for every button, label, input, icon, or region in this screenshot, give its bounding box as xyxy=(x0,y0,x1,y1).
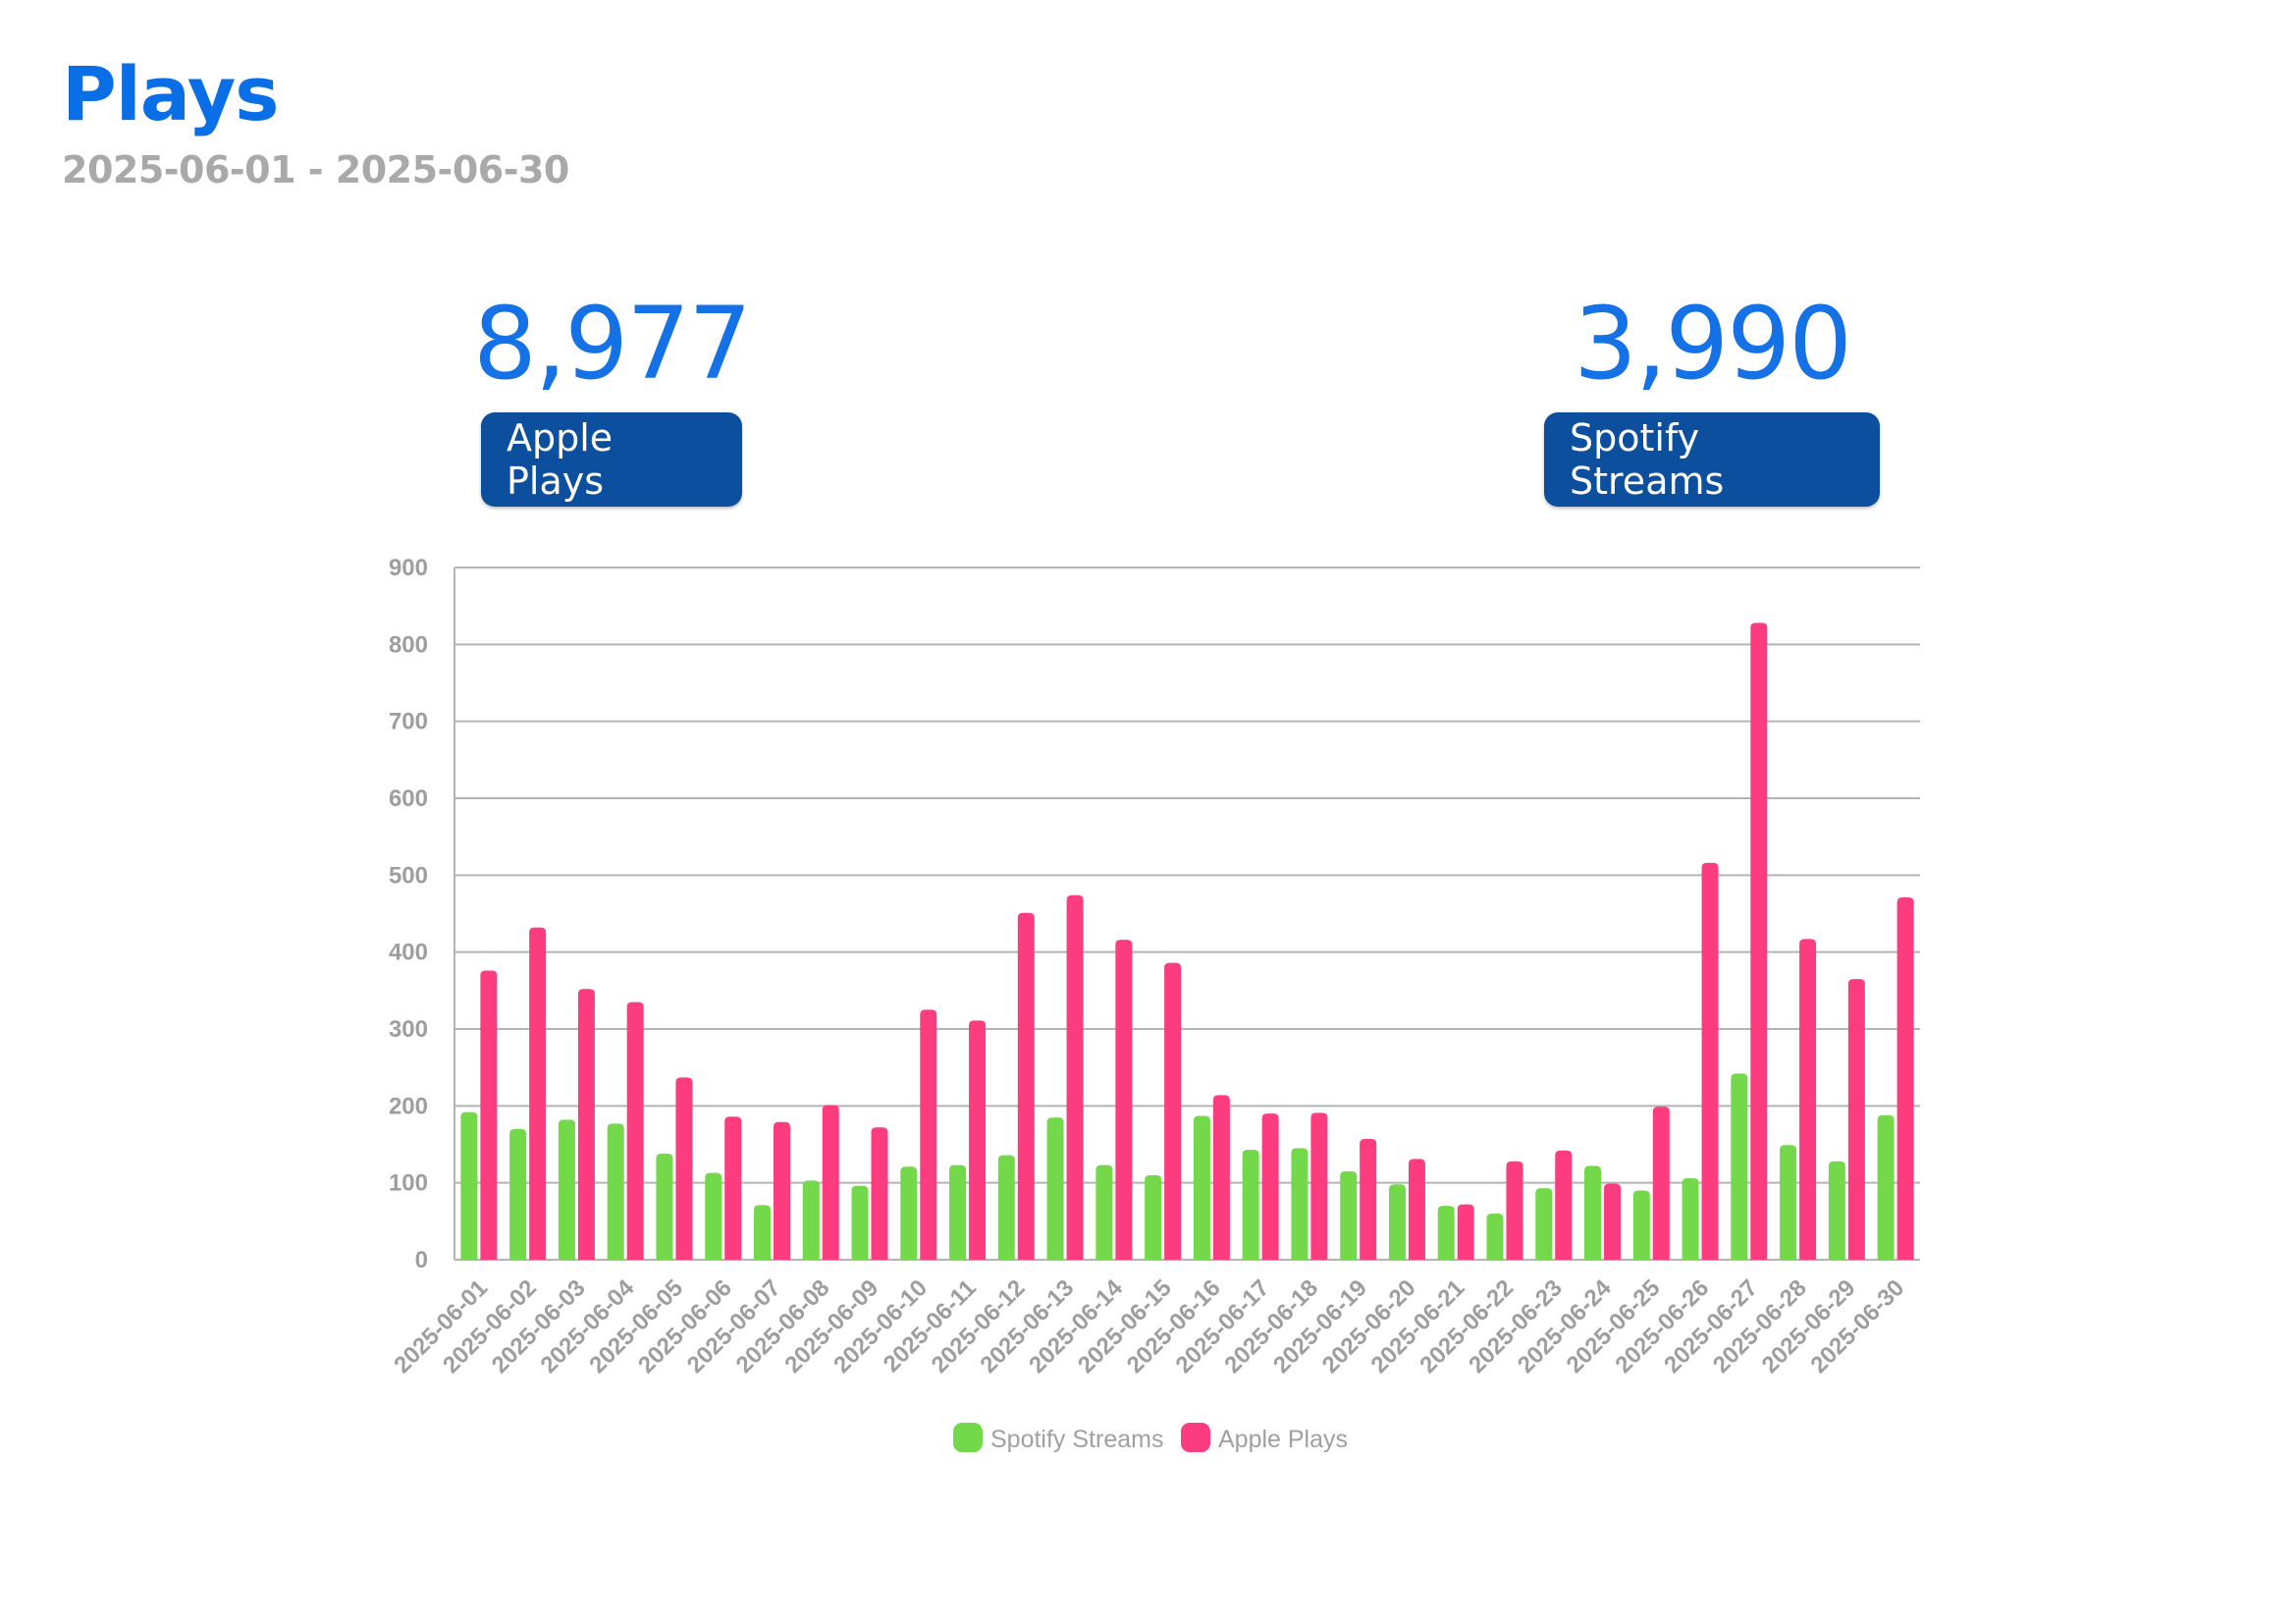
spotify-bar-2025-06-09 xyxy=(851,1185,869,1260)
apple-bar-2025-06-09 xyxy=(871,1127,888,1260)
spotify-bar-2025-06-02 xyxy=(509,1128,527,1260)
apple-bar-2025-06-23 xyxy=(1555,1150,1573,1260)
apple-bar-2025-06-27 xyxy=(1750,623,1768,1260)
apple-bar-2025-06-11 xyxy=(969,1020,987,1260)
apple-bar-2025-06-30 xyxy=(1896,897,1914,1260)
spotify-bar-2025-06-26 xyxy=(1682,1177,1699,1260)
apple-bar-2025-06-18 xyxy=(1310,1112,1328,1260)
spotify-bar-2025-06-20 xyxy=(1388,1184,1406,1260)
spotify-bar-2025-06-04 xyxy=(607,1123,624,1260)
spotify-bar-2025-06-30 xyxy=(1877,1114,1895,1260)
apple-bar-2025-06-25 xyxy=(1652,1107,1670,1260)
apple-bar-2025-06-10 xyxy=(920,1009,937,1260)
y-tick-label: 0 xyxy=(415,1247,428,1273)
spotify-bar-2025-06-21 xyxy=(1437,1206,1455,1260)
spotify-bar-2025-06-28 xyxy=(1780,1145,1797,1260)
apple-bar-2025-06-28 xyxy=(1799,939,1817,1260)
spotify-bar-2025-06-23 xyxy=(1535,1188,1553,1260)
y-tick-label: 100 xyxy=(389,1170,428,1197)
y-tick-label: 300 xyxy=(389,1016,428,1043)
apple-bar-2025-06-04 xyxy=(626,1001,644,1260)
apple-bar-2025-06-24 xyxy=(1604,1183,1622,1260)
apple-bar-2025-06-13 xyxy=(1066,894,1084,1260)
legend-swatch-spotify xyxy=(953,1423,983,1452)
spotify-bar-2025-06-11 xyxy=(949,1164,967,1260)
y-tick-label: 700 xyxy=(389,709,428,735)
spotify-bar-2025-06-13 xyxy=(1046,1117,1064,1260)
plays-bar-chart: 01002003004005006007008009002025-06-0120… xyxy=(389,555,1920,1453)
spotify-bar-2025-06-27 xyxy=(1731,1073,1748,1260)
y-tick-label: 200 xyxy=(389,1093,428,1119)
apple-bar-2025-06-01 xyxy=(480,970,498,1260)
spotify-bar-2025-06-08 xyxy=(802,1180,820,1260)
spotify-bar-2025-06-07 xyxy=(753,1205,771,1260)
apple-bar-2025-06-22 xyxy=(1506,1161,1523,1260)
spotify-bar-2025-06-25 xyxy=(1632,1190,1650,1260)
spotify-bar-2025-06-19 xyxy=(1340,1170,1358,1260)
spotify-bar-2025-06-18 xyxy=(1291,1148,1308,1260)
apple-bar-2025-06-26 xyxy=(1701,862,1719,1260)
apple-bar-2025-06-08 xyxy=(822,1105,839,1260)
spotify-bar-2025-06-22 xyxy=(1486,1214,1504,1260)
apple-bar-2025-06-15 xyxy=(1164,962,1182,1260)
spotify-bar-2025-06-14 xyxy=(1095,1164,1113,1260)
spotify-bar-2025-06-10 xyxy=(900,1166,918,1260)
y-tick-label: 800 xyxy=(389,631,428,658)
spotify-bar-2025-06-15 xyxy=(1145,1174,1162,1260)
apple-bar-2025-06-03 xyxy=(577,989,595,1260)
spotify-bar-2025-06-29 xyxy=(1828,1161,1845,1260)
legend-label-spotify: Spotify Streams xyxy=(990,1426,1163,1453)
apple-bar-2025-06-17 xyxy=(1261,1113,1279,1260)
apple-bar-2025-06-06 xyxy=(724,1116,742,1260)
y-tick-label: 500 xyxy=(389,862,428,889)
spotify-bar-2025-06-12 xyxy=(997,1155,1015,1260)
spotify-bar-2025-06-05 xyxy=(656,1153,673,1260)
spotify-bar-2025-06-17 xyxy=(1242,1149,1259,1260)
apple-bar-2025-06-07 xyxy=(773,1121,790,1260)
apple-bar-2025-06-20 xyxy=(1408,1159,1425,1260)
spotify-bar-2025-06-16 xyxy=(1193,1115,1210,1260)
apple-bar-2025-06-19 xyxy=(1360,1139,1377,1260)
legend-swatch-apple xyxy=(1181,1423,1210,1452)
spotify-bar-2025-06-03 xyxy=(558,1119,575,1260)
apple-bar-2025-06-02 xyxy=(529,927,547,1260)
y-tick-label: 900 xyxy=(389,555,428,581)
apple-bar-2025-06-14 xyxy=(1115,940,1133,1260)
apple-bar-2025-06-16 xyxy=(1212,1095,1230,1260)
apple-bar-2025-06-21 xyxy=(1457,1204,1474,1260)
legend-label-apple: Apple Plays xyxy=(1218,1426,1348,1453)
spotify-bar-2025-06-24 xyxy=(1584,1165,1602,1260)
apple-bar-2025-06-12 xyxy=(1017,912,1035,1260)
y-tick-label: 600 xyxy=(389,785,428,812)
apple-bar-2025-06-05 xyxy=(675,1077,693,1260)
spotify-bar-2025-06-01 xyxy=(460,1111,478,1260)
spotify-bar-2025-06-06 xyxy=(705,1172,722,1260)
y-tick-label: 400 xyxy=(389,940,428,966)
apple-bar-2025-06-29 xyxy=(1847,979,1865,1260)
